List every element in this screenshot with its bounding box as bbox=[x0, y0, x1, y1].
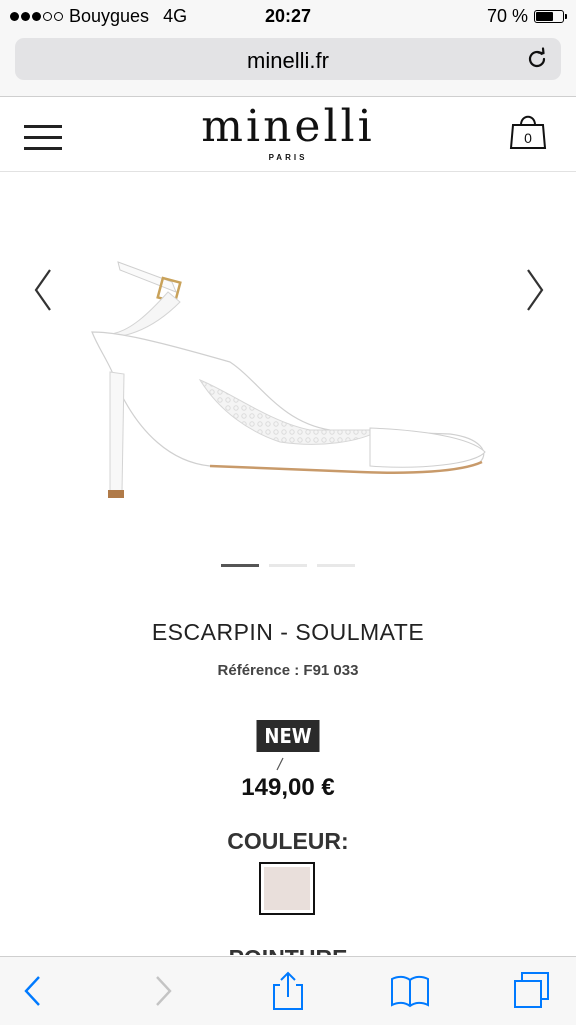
carousel-dot[interactable] bbox=[221, 564, 259, 567]
color-label: COULEUR: bbox=[227, 828, 349, 854]
url-text[interactable]: minelli.fr bbox=[15, 48, 561, 74]
product-image-carousel[interactable] bbox=[0, 172, 576, 592]
battery-icon bbox=[534, 10, 567, 23]
share-icon[interactable] bbox=[268, 971, 308, 1011]
reload-icon[interactable] bbox=[525, 47, 549, 71]
swatch-fill bbox=[264, 867, 310, 910]
status-right: 70 % bbox=[486, 6, 567, 27]
chevron-right-icon[interactable] bbox=[524, 268, 546, 312]
logo-subtitle: PARIS bbox=[268, 153, 308, 162]
product-price: 149,00 € bbox=[241, 774, 335, 801]
chevron-left-icon[interactable] bbox=[32, 268, 54, 312]
browser-address-area: minelli.fr bbox=[0, 34, 576, 97]
color-swatch[interactable] bbox=[259, 862, 315, 915]
product-reference: Référence : F91 033 bbox=[217, 662, 359, 679]
product-image bbox=[91, 261, 486, 498]
site-header: minelli PARIS 0 bbox=[0, 97, 576, 172]
logo-wordmark: minelli bbox=[201, 101, 375, 152]
carousel-dot[interactable] bbox=[269, 564, 307, 567]
site-logo[interactable]: minelli PARIS bbox=[0, 101, 576, 163]
tabs-icon[interactable] bbox=[512, 971, 552, 1011]
bookmarks-icon[interactable] bbox=[390, 971, 430, 1011]
address-bar[interactable]: minelli.fr bbox=[15, 38, 561, 80]
browser-toolbar bbox=[0, 956, 576, 1025]
back-icon[interactable] bbox=[14, 971, 54, 1011]
battery-percent: 70 % bbox=[486, 6, 528, 26]
status-bar: Bouygues 4G 20:27 70 % bbox=[0, 0, 576, 34]
shopping-bag-icon[interactable]: 0 bbox=[508, 111, 548, 151]
new-badge: NEW bbox=[256, 720, 320, 752]
carousel-indicators[interactable] bbox=[221, 564, 355, 567]
carousel-dot[interactable] bbox=[317, 564, 355, 567]
slash-divider bbox=[276, 757, 284, 771]
product-title: ESCARPIN - SOULMATE bbox=[151, 619, 425, 645]
cart-count: 0 bbox=[524, 130, 532, 146]
forward-icon[interactable] bbox=[142, 971, 182, 1011]
size-label: POINTURE bbox=[0, 947, 576, 955]
